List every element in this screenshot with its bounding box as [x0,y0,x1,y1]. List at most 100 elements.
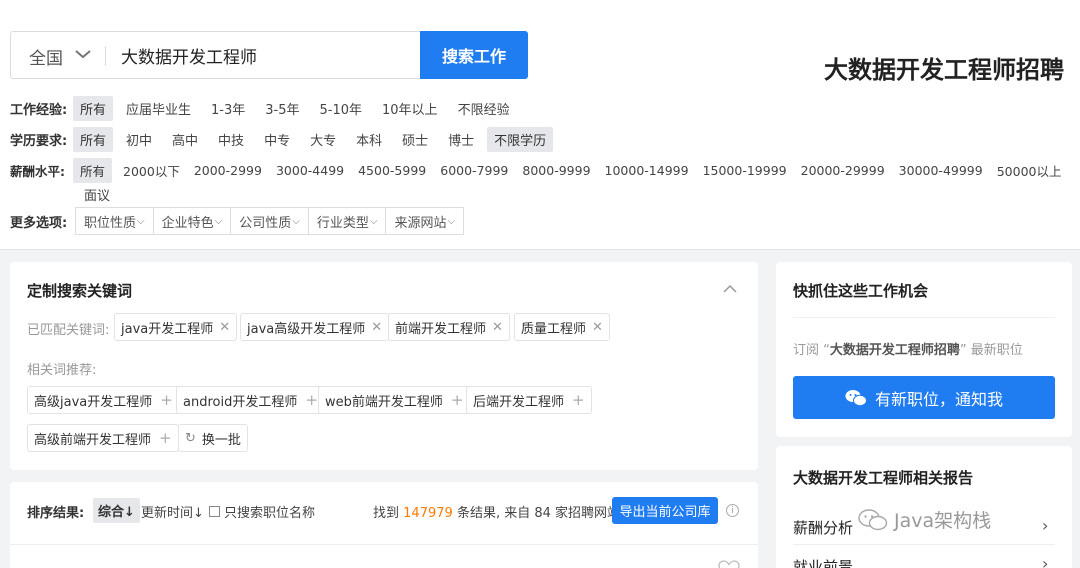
site-count: 84 [534,506,551,521]
filter-option[interactable]: 所有 [73,95,114,121]
divider [793,544,1055,545]
related-tag[interactable]: 高级前端开发工程师 + [27,424,179,452]
keyword-tag: java高级开发工程师 ✕ [240,313,390,341]
select-label: 职位性质 [84,215,137,231]
tag-label: 高级java开发工程师 [34,394,153,410]
company-type-select[interactable]: 公司性质 ⌵ [230,207,309,235]
chevron-right-icon[interactable]: › [1042,516,1048,535]
result-suffix: 家招聘网站 [555,506,621,521]
close-icon[interactable]: ✕ [592,320,603,335]
chevron-right-icon[interactable]: › [1042,554,1048,568]
info-icon[interactable]: i [726,504,739,517]
close-icon[interactable]: ✕ [492,320,503,335]
filter-option[interactable]: 6000-7999 [433,160,515,181]
chevron-down-icon: ⌵ [292,215,300,227]
region-select[interactable]: 全国 [29,44,63,69]
subscribe-subtitle: 订阅 “大数据开发工程师招聘” 最新职位 [793,339,1023,358]
refresh-button[interactable]: ↻ 换一批 [178,424,248,452]
filter-option[interactable]: 10000-14999 [598,160,696,181]
company-feature-select[interactable]: 企业特色 ⌵ [152,207,232,235]
wechat-icon [858,508,888,530]
report-employment-outlook[interactable]: 就业前景 [793,556,853,568]
refresh-label: 换一批 [201,432,241,448]
refresh-icon: ↻ [185,430,196,446]
related-tag[interactable]: 后端开发工程师 + [466,386,592,414]
report-salary-analysis[interactable]: 薪酬分析 [793,517,853,538]
plus-icon: + [572,391,585,409]
close-icon[interactable]: ✕ [219,320,230,335]
select-label: 企业特色 [161,215,214,231]
wechat-icon [845,389,867,406]
filter-option[interactable]: 3-5年 [258,96,306,121]
filter-option[interactable]: 15000-19999 [696,160,794,181]
related-tag[interactable]: web前端开发工程师 + [318,386,471,414]
filter-option[interactable]: 8000-9999 [515,160,597,181]
close-icon[interactable]: ✕ [371,320,382,335]
filter-option[interactable]: 大专 [303,127,343,152]
notify-button[interactable]: 有新职位，通知我 [793,376,1055,419]
source-site-select[interactable]: 来源网站 ⌵ [385,207,465,235]
filter-experience: 工作经验: 所有 应届毕业生 1-3年 3-5年 5-10年 10年以上 不限经… [10,95,523,121]
filter-option[interactable]: 1-3年 [204,96,252,121]
filter-option[interactable]: 5-10年 [313,96,370,121]
filter-option[interactable]: 3000-4499 [269,160,351,181]
filter-option[interactable]: 2000-2999 [187,160,269,181]
search-header: 全国 大数据开发工程师 搜索工作 大数据开发工程师招聘 工作经验: 所有 应届毕… [0,0,1080,250]
chevron-down-icon: ⌵ [447,215,456,227]
filter-salary-extra: 面议 [77,182,123,206]
tag-label: web前端开发工程师 [325,394,443,410]
chevron-up-icon[interactable] [722,282,738,296]
matched-keywords-label: 已匹配关键词: [27,323,110,338]
filter-option[interactable]: 初中 [119,127,159,152]
keyword-tag: java开发工程师 ✕ [114,313,238,341]
sub-keyword: 大数据开发工程师招聘 [829,343,960,358]
keyword-tag: 质量工程师 ✕ [514,313,610,341]
position-type-select[interactable]: 职位性质 ⌵ [75,207,154,235]
tag-label: android开发工程师 [183,394,298,410]
filter-option[interactable]: 30000-49999 [892,160,990,181]
filter-option[interactable]: 不限经验 [451,96,517,121]
filter-option[interactable]: 10年以上 [375,96,445,121]
keyword-card-title: 定制搜索关键词 [27,282,133,300]
filter-option[interactable]: 所有 [73,157,113,183]
result-summary: 找到 147979 条结果, 来自 84 家招聘网站 [373,502,620,521]
filter-option[interactable]: 2000以下 [116,158,187,183]
related-tag[interactable]: 高级java开发工程师 + [27,386,180,414]
filter-option[interactable]: 本科 [349,127,389,152]
filter-option[interactable]: 博士 [441,127,481,152]
filter-option[interactable]: 所有 [73,126,114,152]
filter-label: 更多选项: [10,215,68,231]
divider [10,544,758,545]
search-input[interactable]: 大数据开发工程师 [121,43,257,68]
heart-icon[interactable] [718,560,740,568]
checkbox[interactable] [209,506,220,517]
filter-option[interactable]: 面议 [77,182,117,207]
filter-option[interactable]: 20000-29999 [794,160,892,181]
filter-label: 工作经验: [10,102,68,118]
filter-option[interactable]: 应届毕业生 [119,96,198,121]
watermark: Java架构栈 [858,506,991,533]
filter-option[interactable]: 中专 [257,127,297,152]
result-mid: 条结果, 来自 [456,506,531,521]
filter-more: 更多选项: 职位性质 ⌵ 企业特色 ⌵ 公司性质 ⌵ 行业类型 ⌵ 来源网站 ⌵ [10,207,465,235]
export-button[interactable]: 导出当前公司库 [612,497,718,524]
tag-label: 前端开发工程师 [395,321,487,337]
result-count: 147979 [403,506,453,521]
filter-option[interactable]: 中技 [211,127,251,152]
related-tag[interactable]: android开发工程师 + [176,386,325,414]
title-only-checkbox[interactable]: 只搜索职位名称 [209,502,315,521]
search-button[interactable]: 搜索工作 [420,31,528,79]
select-label: 来源网站 [394,215,447,231]
keyword-tag: 前端开发工程师 ✕ [388,313,510,341]
industry-select[interactable]: 行业类型 ⌵ [307,207,387,235]
plus-icon: + [160,391,173,409]
chevron-down-icon[interactable] [73,44,93,64]
sort-update-time[interactable]: 更新时间↓ [141,502,204,521]
filter-option[interactable]: 不限学历 [487,126,554,152]
filter-option[interactable]: 4500-5999 [351,160,433,181]
filter-option[interactable]: 硕士 [395,127,435,152]
sort-comprehensive[interactable]: 综合↓ [93,498,140,523]
filter-option[interactable]: 50000以上 [990,158,1069,183]
tag-label: java开发工程师 [121,321,214,337]
filter-option[interactable]: 高中 [165,127,205,152]
